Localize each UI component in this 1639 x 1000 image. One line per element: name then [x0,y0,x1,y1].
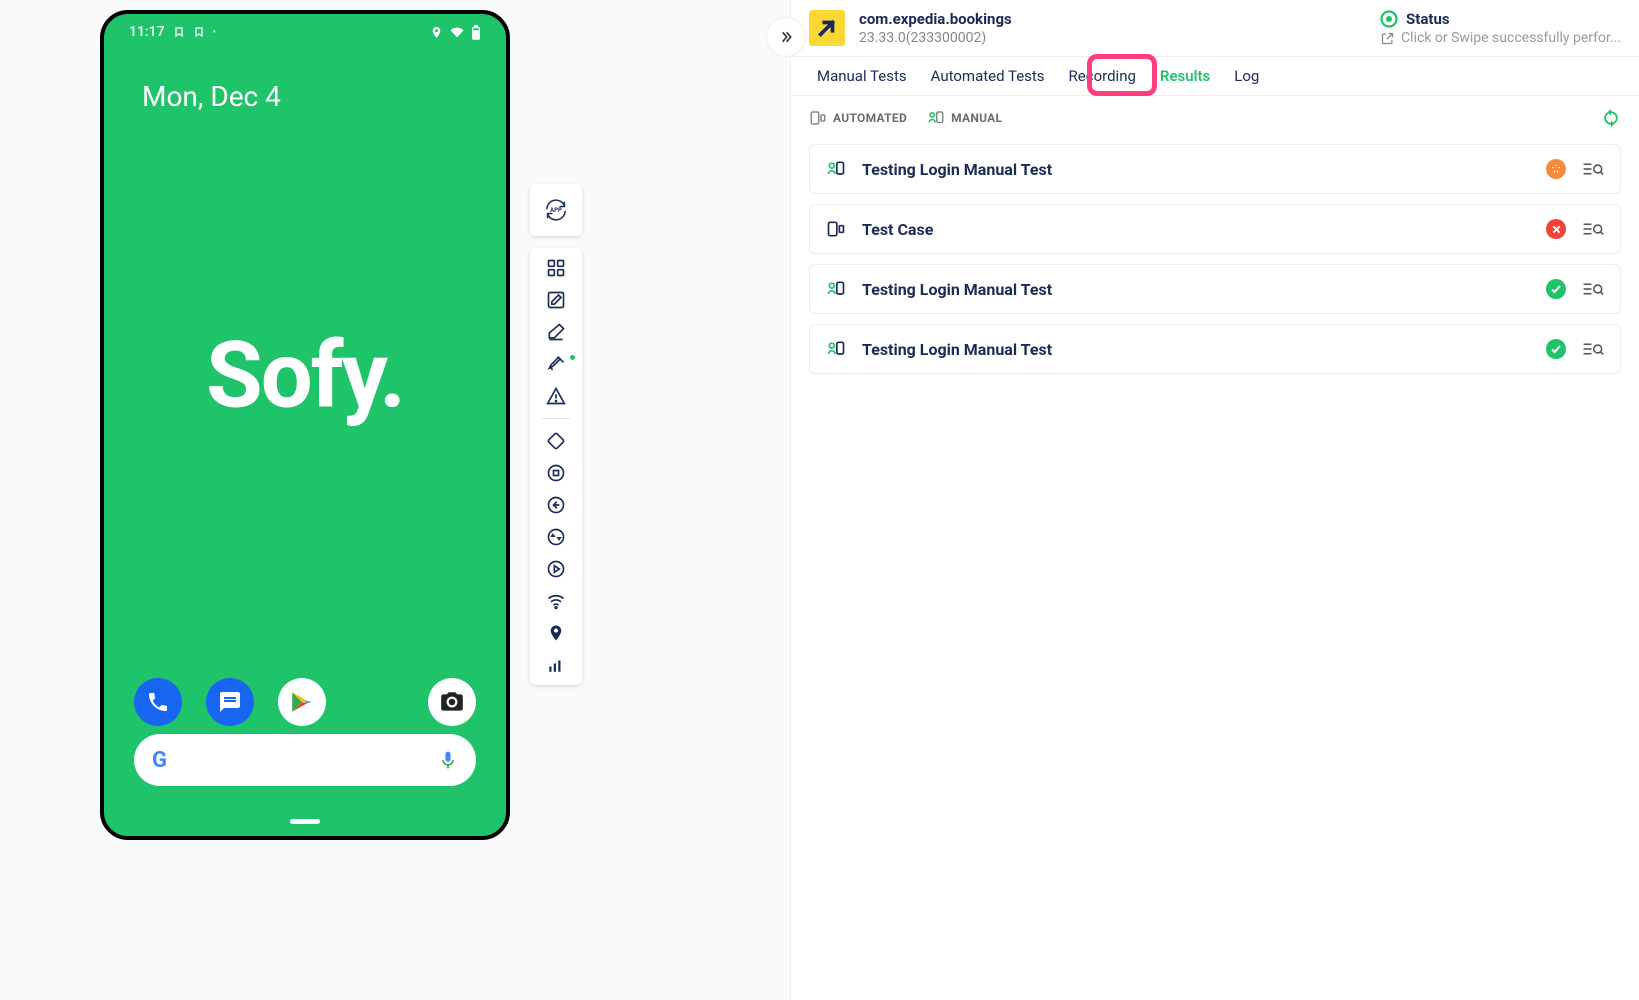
result-details-button[interactable] [1582,340,1604,358]
sofy-logo: Sofy. [206,322,404,429]
app-name: com.expedia.bookings [859,10,1366,28]
location-tool-icon[interactable] [544,621,568,645]
warning-icon[interactable] [544,384,568,408]
results-list: Testing Login Manual Test Test Case Testin… [791,134,1639,384]
tab-bar: Manual Tests Automated Tests Recording R… [791,57,1639,96]
device-toolbar [530,248,582,685]
tab-recording[interactable]: Recording [1061,57,1144,95]
external-link-icon[interactable] [1380,31,1395,46]
mic-icon[interactable] [438,748,458,772]
result-details-button[interactable] [1582,280,1604,298]
results-panel: com.expedia.bookings 23.33.0(233300002) … [791,0,1639,1000]
result-status-badge [1546,219,1566,239]
battery-icon [471,25,481,40]
filter-manual[interactable]: MANUAL [927,109,1002,127]
tab-results[interactable]: Results [1152,57,1218,95]
status-icon [193,26,205,38]
tab-manual-tests[interactable]: Manual Tests [809,57,915,95]
result-title: Test Case [862,220,1530,239]
panel-header: com.expedia.bookings 23.33.0(233300002) … [791,0,1639,57]
phone-date: Mon, Dec 4 [104,50,506,113]
phone-app-icon[interactable] [134,678,182,726]
status-indicator-icon [1380,10,1398,28]
refresh-button[interactable] [1601,108,1621,128]
toolbar-divider [542,418,570,419]
status-message: Click or Swipe successfully perfor... [1401,30,1621,46]
result-row[interactable]: Test Case [809,204,1621,254]
collapse-button[interactable] [767,18,805,56]
status-label: Status [1406,10,1450,28]
result-title: Testing Login Manual Test [862,340,1530,359]
result-status-badge [1546,339,1566,359]
svg-text:APP: APP [550,207,562,214]
rotate-icon[interactable] [544,429,568,453]
swap-icon[interactable] [544,525,568,549]
play-icon[interactable] [544,557,568,581]
status-icon [173,26,185,38]
device-panel: 11:17 • Mon, Dec 4 Sofy. [0,0,790,1000]
result-status-badge [1546,159,1566,179]
app-logo-icon [809,10,845,46]
result-row[interactable]: Testing Login Manual Test [809,144,1621,194]
result-row[interactable]: Testing Login Manual Test [809,324,1621,374]
wifi-tool-icon[interactable] [544,589,568,613]
result-title: Testing Login Manual Test [862,160,1530,179]
apps-grid-icon[interactable] [544,256,568,280]
filter-automated[interactable]: AUTOMATED [809,109,907,127]
result-status-badge [1546,279,1566,299]
clean-icon[interactable] [544,352,568,376]
phone-time: 11:17 [129,24,165,40]
google-logo-icon: G [152,748,167,773]
signal-icon[interactable] [544,653,568,677]
phone-status-bar: 11:17 • [104,14,506,50]
result-type-icon [826,219,846,239]
app-version: 23.33.0(233300002) [859,30,1366,46]
camera-app-icon[interactable] [428,678,476,726]
result-type-icon [826,339,846,359]
app-switch-button[interactable]: APP [530,184,582,236]
result-type-icon [826,279,846,299]
nav-pill[interactable] [290,819,320,824]
stop-icon[interactable] [544,461,568,485]
phone-search-bar[interactable]: G [134,734,476,786]
tab-automated-tests[interactable]: Automated Tests [923,57,1053,95]
result-type-icon [826,159,846,179]
wifi-icon [449,26,465,39]
back-icon[interactable] [544,493,568,517]
playstore-app-icon[interactable] [278,678,326,726]
eraser-icon[interactable] [544,320,568,344]
tab-log[interactable]: Log [1226,57,1267,95]
location-icon [430,26,443,39]
edit-icon[interactable] [544,288,568,312]
result-title: Testing Login Manual Test [862,280,1530,299]
messages-app-icon[interactable] [206,678,254,726]
status-dot: • [213,27,217,38]
result-row[interactable]: Testing Login Manual Test [809,264,1621,314]
phone-dock [104,678,506,726]
filter-bar: AUTOMATED MANUAL [791,96,1639,134]
result-details-button[interactable] [1582,220,1604,238]
phone-frame: 11:17 • Mon, Dec 4 Sofy. [100,10,510,840]
result-details-button[interactable] [1582,160,1604,178]
